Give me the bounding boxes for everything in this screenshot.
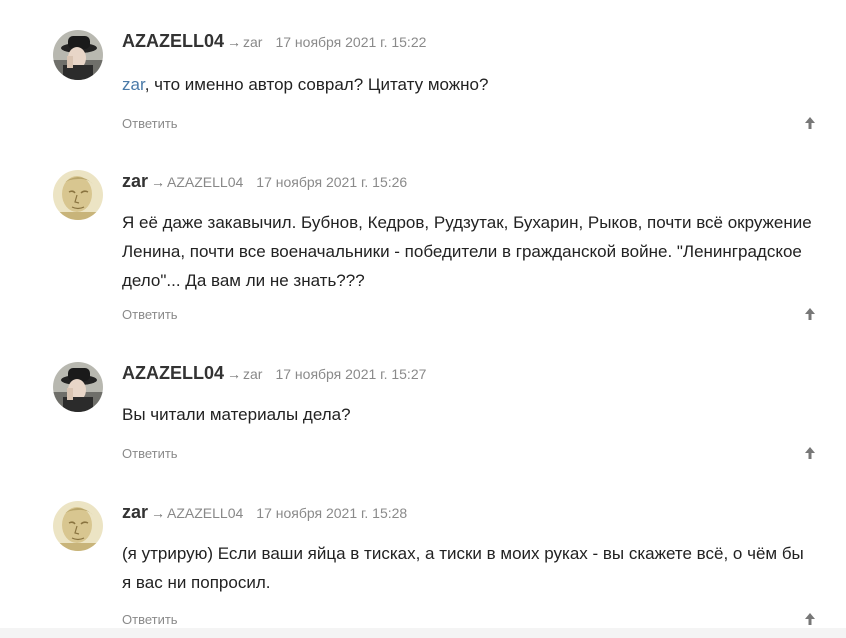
arrow-up-icon[interactable] <box>803 307 817 321</box>
avatar[interactable] <box>53 30 103 80</box>
comment-text: Вы читали материалы дела? <box>122 405 351 424</box>
reply-button[interactable]: Ответить <box>122 612 178 627</box>
reply-button[interactable]: Ответить <box>122 446 178 461</box>
author-name[interactable]: AZAZELL04 <box>122 363 224 384</box>
reply-to-name[interactable]: AZAZELL04 <box>167 174 243 190</box>
comment-date[interactable]: 17 ноября 2021 г. 15:28 <box>256 505 407 521</box>
arrow-up-icon[interactable] <box>803 446 817 460</box>
reply-arrow: → <box>227 366 242 382</box>
reply-to-name[interactable]: AZAZELL04 <box>167 505 243 521</box>
arrow-up-icon[interactable] <box>803 612 817 626</box>
avatar[interactable] <box>53 170 103 220</box>
author-name[interactable]: zar <box>122 171 148 192</box>
reply-arrow: → <box>227 34 242 50</box>
reply-arrow: → <box>151 505 166 521</box>
avatar[interactable] <box>53 362 103 412</box>
bottom-edge <box>0 628 846 638</box>
arrow-up-icon[interactable] <box>803 116 817 130</box>
reply-button[interactable]: Ответить <box>122 116 178 131</box>
author-name[interactable]: zar <box>122 502 148 523</box>
comment-text: zar, что именно автор соврал? Цитату мож… <box>122 70 812 99</box>
author-name[interactable]: AZAZELL04 <box>122 31 224 52</box>
comment-date[interactable]: 17 ноября 2021 г. 15:26 <box>256 174 407 190</box>
comment-text-body: , что именно автор соврал? Цитату можно? <box>144 75 489 94</box>
reply-button[interactable]: Ответить <box>122 307 178 322</box>
mention-link[interactable]: zar <box>122 75 145 94</box>
reply-to-name[interactable]: zar <box>243 34 262 50</box>
avatar[interactable] <box>53 501 103 551</box>
reply-arrow: → <box>151 174 166 190</box>
sketch-portrait-avatar-icon <box>53 170 103 220</box>
fedora-man-avatar-icon <box>53 362 103 412</box>
comment-text: (я утрирую) Если ваши яйца в тисках, а т… <box>122 544 804 592</box>
comment-date[interactable]: 17 ноября 2021 г. 15:22 <box>275 34 426 50</box>
reply-to-name[interactable]: zar <box>243 366 262 382</box>
sketch-portrait-avatar-icon <box>53 501 103 551</box>
comment-date[interactable]: 17 ноября 2021 г. 15:27 <box>275 366 426 382</box>
fedora-man-avatar-icon <box>53 30 103 80</box>
comment-text: Я её даже закавычил. Бубнов, Кедров, Руд… <box>122 213 812 290</box>
